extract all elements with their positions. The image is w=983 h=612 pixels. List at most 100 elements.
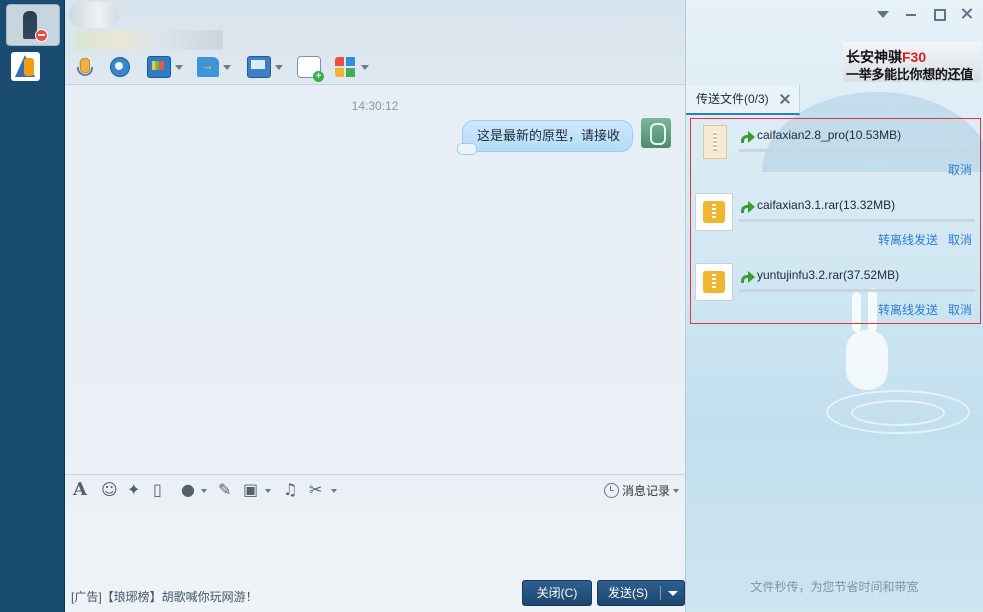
panel-tabs: 传送文件(0/3): [686, 85, 983, 115]
video-call-button[interactable]: [109, 54, 131, 80]
voice-call-button[interactable]: [73, 54, 95, 80]
chevron-down-icon[interactable]: [361, 64, 369, 70]
chevron-down-icon: [673, 488, 679, 493]
chat-panel: 14:30:12 这是最新的原型，请接收 A ☺ ✦ ▯ ● ✎ ▣ ♫ ✂ 消…: [65, 0, 686, 612]
menu-dropdown-icon[interactable]: [875, 6, 891, 22]
contact-name-blurred: [69, 2, 119, 28]
send-offline-link[interactable]: 转离线发送: [878, 301, 938, 318]
scissors-icon[interactable]: ✂: [309, 481, 322, 499]
magic-wand-icon[interactable]: ✦: [127, 481, 140, 499]
message-bubble[interactable]: 这是最新的原型，请接收: [456, 120, 633, 155]
message-timestamp: 14:30:12: [351, 99, 399, 113]
chevron-down-icon[interactable]: [175, 64, 183, 70]
remote-desktop-icon: [247, 56, 271, 78]
message-list[interactable]: 14:30:12 这是最新的原型，请接收: [65, 85, 685, 473]
create-discussion-button[interactable]: [297, 54, 324, 82]
bubble-decoration-icon: [456, 143, 477, 155]
create-discussion-icon: [297, 56, 324, 82]
contact-avatar-active[interactable]: [6, 4, 60, 46]
file-name: caifaxian2.8_pro(10.53MB): [757, 128, 902, 142]
message-input[interactable]: [65, 505, 685, 575]
cancel-link[interactable]: 取消: [948, 301, 972, 318]
folder-icon: [695, 123, 731, 159]
document-page-icon: [703, 125, 727, 159]
close-icon[interactable]: [959, 6, 975, 22]
tab-file-transfer-label: 传送文件(0/3): [696, 92, 769, 106]
upload-arrow-icon: [741, 131, 755, 143]
zip-file-icon: [695, 193, 733, 231]
file-name: caifaxian3.1.rar(13.32MB): [757, 198, 896, 212]
chevron-down-icon[interactable]: [265, 489, 271, 493]
zip-file-icon: [695, 263, 733, 301]
file-transfer-item: caifaxian2.8_pro(10.53MB) 取消: [691, 119, 980, 187]
file-transfer-panel: 长安神骐F30 一举多能比你想的还值 传送文件(0/3) caifaxian2.…: [686, 0, 983, 612]
music-icon[interactable]: ♫: [283, 481, 297, 499]
vibrate-icon[interactable]: ▯: [153, 481, 162, 499]
zip-icon: [703, 271, 725, 293]
file-actions: 转离线发送 取消: [878, 231, 972, 248]
file-progress-bar: [739, 149, 975, 152]
file-transfer-item: yuntujinfu3.2.rar(37.52MB) 转离线发送 取消: [691, 259, 980, 327]
screen-share-icon: [147, 56, 171, 78]
send-button[interactable]: 发送(S): [597, 580, 685, 606]
mic-icon: [73, 57, 95, 77]
emoji-icon[interactable]: ☺: [101, 481, 118, 499]
ad-model: F30: [902, 49, 927, 65]
image-icon[interactable]: ▣: [243, 481, 258, 499]
file-actions: 取消: [948, 161, 972, 178]
rabbit-illustration: [846, 330, 888, 390]
cancel-link[interactable]: 取消: [948, 231, 972, 248]
cancel-link[interactable]: 取消: [948, 161, 972, 178]
file-transfer-item: caifaxian3.1.rar(13.32MB) 转离线发送 取消: [691, 189, 980, 257]
maximize-icon[interactable]: [931, 6, 947, 22]
send-offline-link[interactable]: 转离线发送: [878, 231, 938, 248]
chevron-down-icon[interactable]: [331, 489, 337, 493]
file-actions: 转离线发送 取消: [878, 301, 972, 318]
ad-slogan: 一举多能比你想的还值: [846, 67, 974, 82]
ad-link[interactable]: [广告]【琅琊榜】胡歌喊你玩网游！: [71, 588, 258, 605]
camera-icon: [109, 57, 131, 77]
message-history-button[interactable]: 消息记录: [603, 482, 679, 499]
file-progress-bar: [739, 219, 975, 222]
tab-file-transfer[interactable]: 传送文件(0/3): [686, 85, 800, 115]
screen-share-button[interactable]: [147, 54, 183, 80]
send-label: 发送(S): [608, 586, 648, 600]
font-icon[interactable]: A: [73, 481, 87, 499]
chevron-down-icon[interactable]: [275, 64, 283, 70]
ad-brand: 长安神骐: [846, 49, 902, 65]
contact-signature-blurred: [75, 30, 223, 50]
zip-icon: [703, 201, 725, 223]
input-toolbar: A ☺ ✦ ▯ ● ✎ ▣ ♫ ✂ 消息记录: [65, 474, 685, 505]
remote-desktop-button[interactable]: [247, 54, 283, 80]
ad-banner[interactable]: 长安神骐F30 一举多能比你想的还值: [843, 42, 981, 82]
edit-icon[interactable]: ✎: [218, 481, 231, 499]
upload-arrow-icon: [741, 271, 755, 283]
water-ripple-illustration: [851, 400, 945, 426]
chevron-down-icon[interactable]: [201, 489, 207, 493]
my-avatar[interactable]: [641, 118, 671, 148]
contact-avatar-group[interactable]: [11, 52, 40, 81]
send-file-button[interactable]: [197, 54, 231, 80]
minimize-icon[interactable]: [903, 6, 919, 22]
file-transfer-tip: 文件秒传，为您节省时间和带宽: [750, 580, 919, 594]
clock-icon: [603, 483, 619, 498]
send-divider: [660, 586, 661, 600]
message-text: 这是最新的原型，请接收: [476, 128, 620, 143]
file-name: yuntujinfu3.2.rar(37.52MB): [757, 268, 900, 282]
busy-status-icon: [35, 29, 48, 42]
upload-arrow-icon: [741, 201, 755, 213]
apps-icon: [335, 57, 357, 77]
conversation-sidebar: [0, 0, 65, 612]
send-options-chevron-icon[interactable]: [668, 591, 678, 596]
logo-accent-icon: [24, 58, 34, 76]
chevron-down-icon[interactable]: [223, 64, 231, 70]
file-transfer-list: caifaxian2.8_pro(10.53MB) 取消 caifaxian3.…: [690, 118, 981, 324]
voice-message-icon[interactable]: ●: [181, 481, 195, 499]
message-history-label: 消息记录: [621, 484, 670, 498]
file-progress-bar: [739, 289, 975, 292]
close-icon[interactable]: [779, 93, 791, 105]
send-file-icon: [197, 57, 219, 77]
apps-button[interactable]: [335, 54, 369, 80]
close-button[interactable]: 关闭(C): [522, 580, 592, 606]
window-controls: [875, 6, 975, 22]
